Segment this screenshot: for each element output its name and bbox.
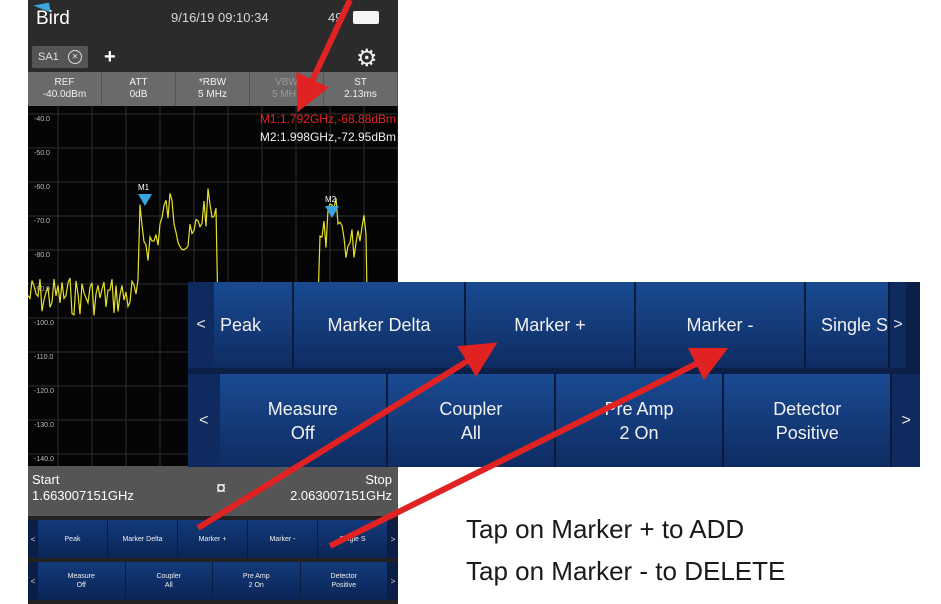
annotation-arrows [196, 0, 729, 549]
arrow-to-marker-readout [296, 0, 353, 113]
arrow-marker-delete [328, 347, 729, 549]
arrow-marker-add [196, 342, 498, 531]
